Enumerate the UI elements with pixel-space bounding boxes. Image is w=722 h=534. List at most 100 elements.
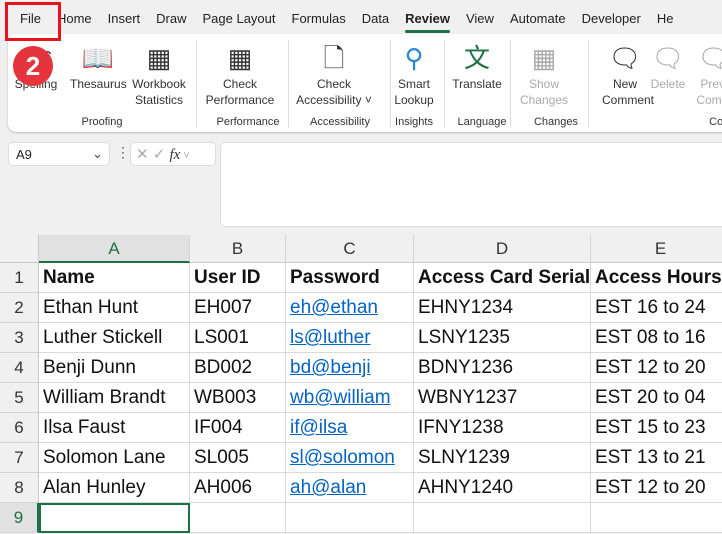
header-cell[interactable]: Name xyxy=(39,263,190,293)
tab-page-layout[interactable]: Page Layout xyxy=(195,0,284,36)
step-badge: 2 xyxy=(13,46,53,86)
table-cell[interactable]: WB003 xyxy=(190,383,286,413)
table-cell[interactable]: EST 12 to 20 xyxy=(591,353,722,383)
table-cell[interactable]: AH006 xyxy=(190,473,286,503)
tab-view[interactable]: View xyxy=(458,0,502,36)
insert-function-button[interactable]: fx xyxy=(170,147,181,163)
table-cell[interactable]: if@ilsa xyxy=(286,413,414,443)
table-cell[interactable]: bd@benji xyxy=(286,353,414,383)
name-box[interactable]: A9 ⌄ xyxy=(8,142,110,166)
row-header-6[interactable]: 6 xyxy=(0,413,39,443)
table-cell[interactable]: Benji Dunn xyxy=(39,353,190,383)
tab-data[interactable]: Data xyxy=(354,0,397,36)
table-cell[interactable]: eh@ethan xyxy=(286,293,414,323)
table-cell[interactable]: BDNY1236 xyxy=(414,353,591,383)
smart-button[interactable]: ⚲ Smart Lookup xyxy=(392,40,436,108)
table-cell[interactable]: Ethan Hunt xyxy=(39,293,190,323)
table-cell[interactable]: Alan Hunley xyxy=(39,473,190,503)
table-cell[interactable]: EST 20 to 04 xyxy=(591,383,722,413)
row-header-5[interactable]: 5 xyxy=(0,383,39,413)
new-comment-icon: 🗨 xyxy=(608,43,642,73)
table-cell[interactable]: William Brandt xyxy=(39,383,190,413)
table-cell[interactable]: SL005 xyxy=(190,443,286,473)
table-cell[interactable]: EH007 xyxy=(190,293,286,323)
table-cell[interactable] xyxy=(591,503,722,533)
row-header-4[interactable]: 4 xyxy=(0,353,39,383)
thesaurus-button[interactable]: 📖 Thesaurus xyxy=(70,40,127,92)
table-cell[interactable]: LSNY1235 xyxy=(414,323,591,353)
check-button[interactable]: 🗋 Check Accessibility ˅ xyxy=(294,40,374,108)
header-cell[interactable]: Password xyxy=(286,263,414,293)
row-header-1[interactable]: 1 xyxy=(0,263,39,293)
changes-icon: ▦ xyxy=(531,43,557,73)
table-cell[interactable]: BD002 xyxy=(190,353,286,383)
tab-he[interactable]: He xyxy=(649,0,682,36)
table-cell[interactable]: ah@alan xyxy=(286,473,414,503)
table-cell[interactable] xyxy=(190,503,286,533)
cancel-icon[interactable]: ✕ xyxy=(136,146,149,163)
column-header-A[interactable]: A xyxy=(39,235,190,263)
table-cell[interactable]: EST 12 to 20 xyxy=(591,473,722,503)
table-cell[interactable]: SLNY1239 xyxy=(414,443,591,473)
group-label-cor: Cor xyxy=(709,116,722,128)
table-cell[interactable]: Luther Stickell xyxy=(39,323,190,353)
tab-draw[interactable]: Draw xyxy=(148,0,194,36)
table-cell[interactable]: IFNY1238 xyxy=(414,413,591,443)
table-cell[interactable]: ls@luther xyxy=(286,323,414,353)
table-cell[interactable]: EST 13 to 21 xyxy=(591,443,722,473)
chevron-down-icon[interactable]: ⌄ xyxy=(92,146,103,162)
table-cell[interactable] xyxy=(39,503,190,533)
more-icon[interactable]: ⋮ xyxy=(116,144,130,161)
group-separator xyxy=(288,40,289,128)
formula-bar[interactable] xyxy=(220,142,722,227)
header-cell[interactable]: User ID xyxy=(190,263,286,293)
column-header-B[interactable]: B xyxy=(190,235,286,263)
tab-automate[interactable]: Automate xyxy=(502,0,574,36)
check-button[interactable]: ▦ Check Performance xyxy=(204,40,276,108)
table-cell[interactable]: IF004 xyxy=(190,413,286,443)
table-cell[interactable] xyxy=(414,503,591,533)
group-separator xyxy=(510,40,511,128)
table-cell[interactable] xyxy=(286,503,414,533)
header-cell[interactable]: Access Hours xyxy=(591,263,722,293)
group-label-changes: Changes xyxy=(533,116,579,128)
table-cell[interactable]: EHNY1234 xyxy=(414,293,591,323)
header-cell[interactable]: Access Card Serial xyxy=(414,263,591,293)
row-header-9[interactable]: 9 xyxy=(0,503,39,533)
tab-formulas[interactable]: Formulas xyxy=(284,0,354,36)
table-cell[interactable]: wb@william xyxy=(286,383,414,413)
column-header-D[interactable]: D xyxy=(414,235,591,263)
table-cell[interactable]: Solomon Lane xyxy=(39,443,190,473)
row-header-8[interactable]: 8 xyxy=(0,473,39,503)
row-header-3[interactable]: 3 xyxy=(0,323,39,353)
button-label: Check Accessibility ˅ xyxy=(296,77,372,107)
table-cell[interactable]: WBNY1237 xyxy=(414,383,591,413)
tab-insert[interactable]: Insert xyxy=(100,0,149,36)
button-label: Delete xyxy=(650,77,686,91)
group-separator xyxy=(444,40,445,128)
table-cell[interactable]: sl@solomon xyxy=(286,443,414,473)
confirm-icon[interactable]: ✓ xyxy=(153,146,166,163)
table-cell[interactable]: LS001 xyxy=(190,323,286,353)
table-cell[interactable]: AHNY1240 xyxy=(414,473,591,503)
previ-button[interactable]: 🗨 Previ Comm xyxy=(694,40,722,108)
table-cell[interactable]: EST 16 to 24 xyxy=(591,293,722,323)
column-header-E[interactable]: E xyxy=(591,235,722,263)
row-header-7[interactable]: 7 xyxy=(0,443,39,473)
table-cell[interactable]: EST 15 to 23 xyxy=(591,413,722,443)
row-header-2[interactable]: 2 xyxy=(0,293,39,323)
table-cell[interactable]: Ilsa Faust xyxy=(39,413,190,443)
select-all-button[interactable] xyxy=(0,235,39,263)
column-header-C[interactable]: C xyxy=(286,235,414,263)
name-box-value: A9 xyxy=(16,147,32,162)
book-icon: 📖 xyxy=(81,43,115,73)
translate-button[interactable]: 文 Translate xyxy=(448,40,506,92)
table-cell[interactable]: EST 08 to 16 xyxy=(591,323,722,353)
button-label: Thesaurus xyxy=(70,77,127,91)
tab-developer[interactable]: Developer xyxy=(574,0,649,36)
button-label: Check Performance xyxy=(205,77,275,107)
new-button[interactable]: 🗨 New Comment xyxy=(602,40,654,108)
workbook-button[interactable]: ▦ Workbook Statistics xyxy=(126,40,192,108)
delete-comment-icon: 🗨 xyxy=(651,43,685,73)
tab-review[interactable]: Review xyxy=(397,0,458,36)
